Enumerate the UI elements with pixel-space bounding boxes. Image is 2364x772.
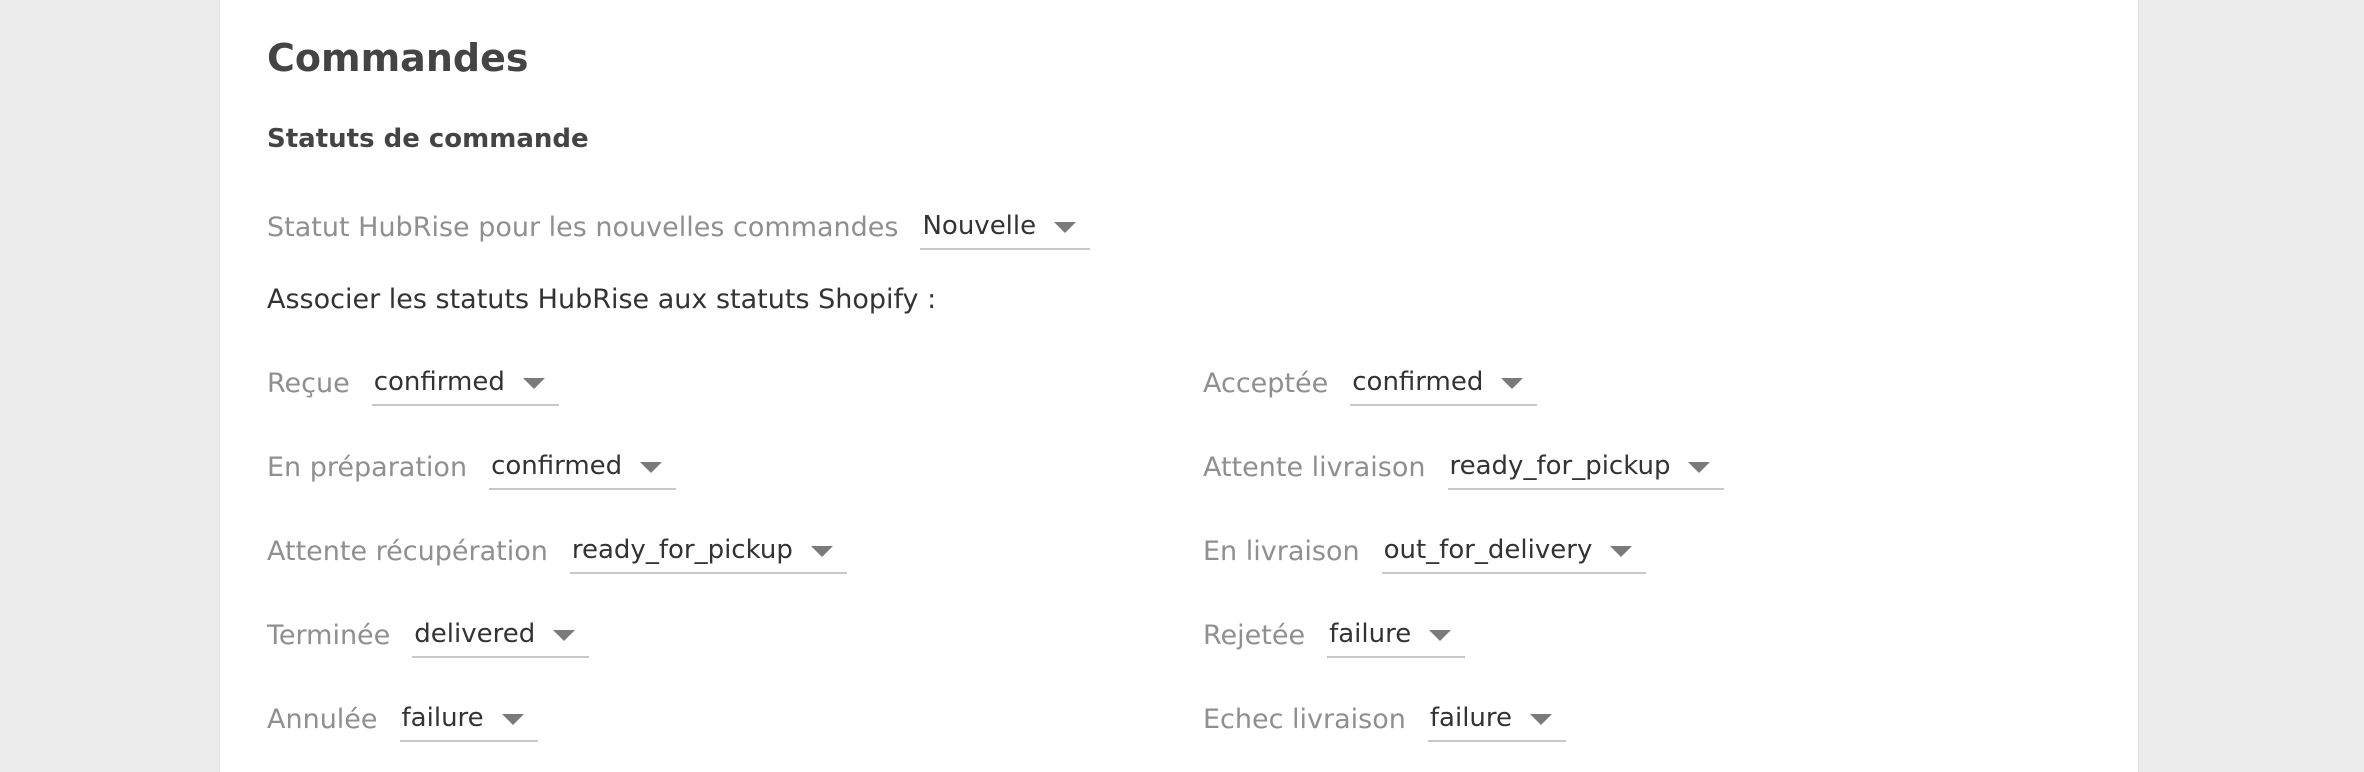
chevron-down-icon bbox=[1429, 629, 1452, 641]
status-mapping-delivery-failed: Echec livraison failure bbox=[1203, 696, 1567, 742]
chevron-down-icon bbox=[640, 461, 663, 473]
status-select-accepted[interactable]: confirmed bbox=[1350, 360, 1538, 406]
status-label-cancelled: Annulée bbox=[267, 703, 378, 735]
settings-panel: Commandes Statuts de commande Statut Hub… bbox=[219, 0, 2139, 772]
status-value-accepted: confirmed bbox=[1352, 367, 1484, 397]
status-value-awaiting-shipment: ready_for_pickup bbox=[1449, 451, 1671, 481]
status-mapping-cancelled: Annulée failure bbox=[267, 696, 538, 742]
status-value-awaiting-collection: ready_for_pickup bbox=[571, 535, 793, 565]
status-mapping-received: Reçue confirmed bbox=[267, 360, 559, 406]
status-label-rejected: Rejetée bbox=[1203, 619, 1306, 651]
status-select-rejected[interactable]: failure bbox=[1327, 612, 1466, 658]
chevron-down-icon bbox=[1501, 377, 1524, 389]
chevron-down-icon bbox=[1054, 221, 1077, 233]
new-order-status-label: Statut HubRise pour les nouvelles comman… bbox=[267, 211, 899, 243]
chevron-down-icon bbox=[1530, 713, 1553, 725]
status-label-awaiting-shipment: Attente livraison bbox=[1203, 451, 1426, 483]
status-select-in-delivery[interactable]: out_for_delivery bbox=[1381, 528, 1647, 574]
status-mapping-intro: Associer les statuts HubRise aux statuts… bbox=[267, 284, 937, 315]
chevron-down-icon bbox=[553, 629, 576, 641]
status-value-received: confirmed bbox=[373, 367, 505, 397]
status-mapping-awaiting-shipment: Attente livraison ready_for_pickup bbox=[1203, 444, 1725, 490]
status-value-completed: delivered bbox=[414, 619, 536, 649]
status-select-awaiting-collection[interactable]: ready_for_pickup bbox=[569, 528, 847, 574]
status-label-in-delivery: En livraison bbox=[1203, 535, 1360, 567]
status-select-received[interactable]: confirmed bbox=[371, 360, 559, 406]
chevron-down-icon bbox=[810, 545, 833, 557]
status-mapping-completed: Terminée delivered bbox=[267, 612, 590, 658]
status-label-completed: Terminée bbox=[267, 619, 391, 651]
status-select-completed[interactable]: delivered bbox=[412, 612, 590, 658]
status-mapping-awaiting-collection: Attente récupération ready_for_pickup bbox=[267, 528, 847, 574]
new-order-status-row: Statut HubRise pour les nouvelles comman… bbox=[267, 204, 1091, 250]
chevron-down-icon bbox=[1610, 545, 1633, 557]
status-select-delivery-failed[interactable]: failure bbox=[1427, 696, 1567, 742]
chevron-down-icon bbox=[1688, 461, 1711, 473]
status-label-in-preparation: En préparation bbox=[267, 451, 468, 483]
status-value-delivery-failed: failure bbox=[1429, 703, 1513, 733]
status-value-in-delivery: out_for_delivery bbox=[1383, 535, 1593, 565]
status-value-cancelled: failure bbox=[401, 703, 484, 733]
new-order-status-select[interactable]: Nouvelle bbox=[920, 204, 1091, 250]
status-select-in-preparation[interactable]: confirmed bbox=[489, 444, 677, 490]
order-status-section-title: Statuts de commande bbox=[267, 124, 589, 154]
new-order-status-value: Nouvelle bbox=[922, 211, 1037, 241]
chevron-down-icon bbox=[501, 713, 524, 725]
status-value-in-preparation: confirmed bbox=[491, 451, 623, 481]
status-label-received: Reçue bbox=[267, 367, 350, 399]
status-mapping-accepted: Acceptée confirmed bbox=[1203, 360, 1538, 406]
status-value-rejected: failure bbox=[1329, 619, 1412, 649]
status-mapping-rejected: Rejetée failure bbox=[1203, 612, 1466, 658]
chevron-down-icon bbox=[522, 377, 545, 389]
status-select-awaiting-shipment[interactable]: ready_for_pickup bbox=[1447, 444, 1725, 490]
status-label-delivery-failed: Echec livraison bbox=[1203, 703, 1406, 735]
status-select-cancelled[interactable]: failure bbox=[399, 696, 538, 742]
status-mapping-in-preparation: En préparation confirmed bbox=[267, 444, 677, 490]
status-label-accepted: Acceptée bbox=[1203, 367, 1329, 399]
status-mapping-in-delivery: En livraison out_for_delivery bbox=[1203, 528, 1647, 574]
page-title: Commandes bbox=[267, 36, 529, 80]
status-label-awaiting-collection: Attente récupération bbox=[267, 535, 548, 567]
